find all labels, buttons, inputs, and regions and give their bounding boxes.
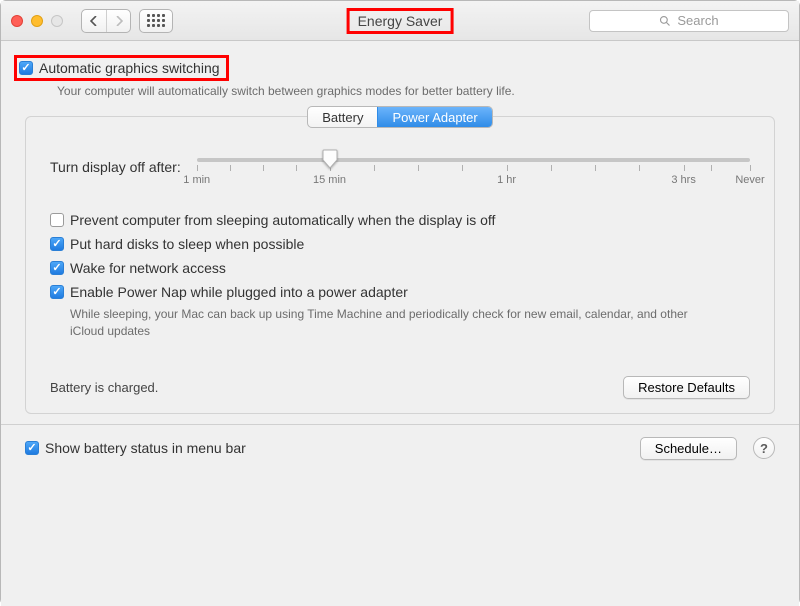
slider-track-line	[197, 158, 750, 162]
battery-status: Battery is charged.	[50, 380, 158, 395]
traffic-lights	[11, 15, 63, 27]
display-sleep-slider[interactable]: 1 min 15 min 1 hr 3 hrs Never	[197, 152, 750, 182]
show-all-button[interactable]	[139, 9, 173, 33]
tick-1hr: 1 hr	[497, 174, 516, 186]
zoom-window-button	[51, 15, 63, 27]
tick-1min: 1 min	[183, 174, 210, 186]
back-button[interactable]	[82, 10, 106, 32]
search-field[interactable]: Search	[589, 10, 789, 32]
tick-3hrs: 3 hrs	[671, 174, 695, 186]
auto-graphics-label: Automatic graphics switching	[39, 60, 220, 76]
display-sleep-slider-row: Turn display off after: 1 min 15	[26, 128, 774, 182]
tab-control: Battery Power Adapter	[307, 106, 492, 128]
tick-15min: 15 min	[313, 174, 346, 186]
prevent-sleep-label: Prevent computer from sleeping automatic…	[70, 212, 495, 228]
harddisks-sleep-row[interactable]: Put hard disks to sleep when possible	[50, 236, 750, 252]
slider-thumb[interactable]	[322, 149, 338, 169]
toolbar: Energy Saver Search	[1, 1, 799, 41]
auto-graphics-checkbox-row[interactable]: Automatic graphics switching	[19, 60, 220, 76]
grid-icon	[147, 14, 165, 27]
power-nap-description: While sleeping, your Mac can back up usi…	[70, 306, 690, 340]
wake-network-label: Wake for network access	[70, 260, 226, 276]
wake-network-checkbox[interactable]	[50, 261, 64, 275]
content-area: Automatic graphics switching Your comput…	[1, 41, 799, 606]
auto-graphics-highlight: Automatic graphics switching	[14, 55, 229, 81]
auto-graphics-checkbox[interactable]	[19, 61, 33, 75]
harddisks-sleep-checkbox[interactable]	[50, 237, 64, 251]
nav-back-forward	[81, 9, 131, 33]
options-list: Prevent computer from sleeping automatic…	[26, 182, 774, 340]
window-title: Energy Saver	[358, 13, 443, 29]
help-button[interactable]: ?	[753, 437, 775, 459]
wake-network-row[interactable]: Wake for network access	[50, 260, 750, 276]
tab-power-adapter[interactable]: Power Adapter	[377, 107, 491, 127]
minimize-window-button[interactable]	[31, 15, 43, 27]
close-window-button[interactable]	[11, 15, 23, 27]
window-title-highlight: Energy Saver	[347, 8, 454, 34]
tick-never: Never	[735, 174, 764, 186]
show-battery-status-checkbox[interactable]	[25, 441, 39, 455]
footer-row: Show battery status in menu bar Schedule…	[1, 425, 799, 460]
auto-graphics-description: Your computer will automatically switch …	[57, 84, 783, 98]
prevent-sleep-checkbox[interactable]	[50, 213, 64, 227]
search-placeholder: Search	[677, 13, 718, 28]
tab-battery[interactable]: Battery	[308, 107, 377, 127]
settings-panel: Battery Power Adapter Turn display off a…	[25, 116, 775, 414]
power-nap-row[interactable]: Enable Power Nap while plugged into a po…	[50, 284, 750, 300]
auto-graphics-section: Automatic graphics switching Your comput…	[1, 41, 799, 102]
panel-footer: Battery is charged. Restore Defaults	[26, 340, 774, 399]
prevent-sleep-row[interactable]: Prevent computer from sleeping automatic…	[50, 212, 750, 228]
schedule-button[interactable]: Schedule…	[640, 437, 737, 460]
harddisks-sleep-label: Put hard disks to sleep when possible	[70, 236, 304, 252]
show-battery-status-row[interactable]: Show battery status in menu bar	[25, 440, 246, 456]
search-icon	[659, 15, 671, 27]
restore-defaults-button[interactable]: Restore Defaults	[623, 376, 750, 399]
display-sleep-label: Turn display off after:	[50, 159, 181, 175]
show-battery-status-label: Show battery status in menu bar	[45, 440, 246, 456]
power-nap-checkbox[interactable]	[50, 285, 64, 299]
power-nap-label: Enable Power Nap while plugged into a po…	[70, 284, 408, 300]
forward-button	[106, 10, 130, 32]
